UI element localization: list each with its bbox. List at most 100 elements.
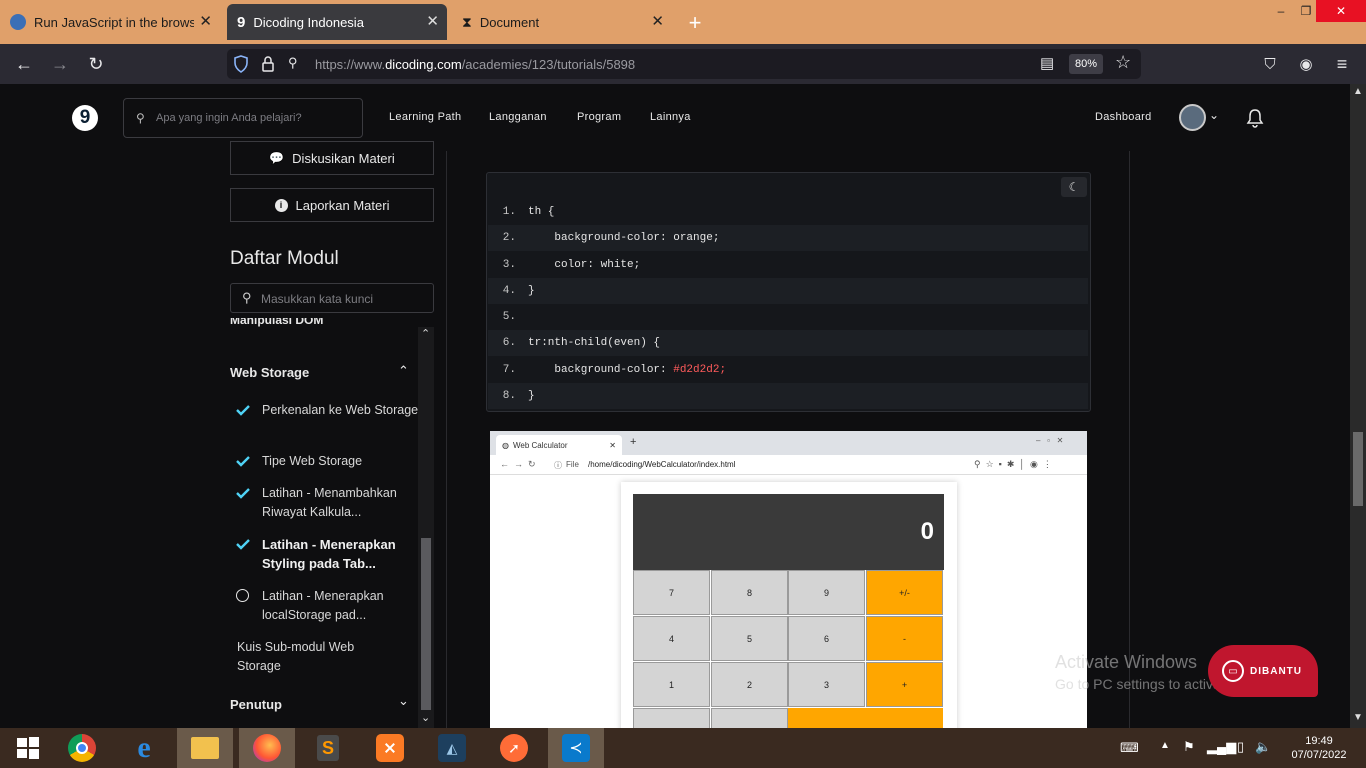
module-item[interactable]: Perkenalan ke Web Storage bbox=[262, 401, 422, 420]
taskbar-clock[interactable]: 19:49 07/07/2022 bbox=[1284, 734, 1354, 762]
nav-learning-path[interactable]: Learning Path bbox=[389, 111, 461, 123]
browser-tab[interactable]: Run JavaScript in the browser - ✕ bbox=[0, 4, 220, 40]
reader-view-icon[interactable]: ▤ bbox=[1040, 54, 1054, 72]
url-path: /academies/123/tutorials/5898 bbox=[461, 57, 636, 72]
calc-key: 7 bbox=[633, 570, 710, 615]
shield-icon[interactable] bbox=[233, 55, 249, 73]
line-number: 5. bbox=[502, 311, 516, 323]
network-error-icon[interactable]: ⚑ bbox=[1183, 739, 1195, 755]
forward-arrow-icon[interactable]: → bbox=[48, 53, 72, 75]
battery-icon[interactable]: ▯ bbox=[1237, 739, 1244, 755]
module-item-quiz[interactable]: Kuis Sub-modul Web Storage bbox=[237, 638, 387, 676]
calc-key-op: + bbox=[866, 662, 943, 707]
calc-key: 1 bbox=[633, 662, 710, 707]
account-icon[interactable]: ◉ bbox=[1294, 53, 1318, 75]
window-controls-icon: – ▫ ✕ bbox=[1036, 436, 1064, 445]
bell-icon[interactable] bbox=[1246, 108, 1264, 128]
code-line: 5. bbox=[488, 304, 1088, 330]
close-tab-icon[interactable]: ✕ bbox=[199, 12, 212, 30]
nav-lainnya[interactable]: Lainnya bbox=[650, 111, 691, 123]
zoom-level-badge[interactable]: 80% bbox=[1069, 54, 1103, 74]
scroll-up-icon[interactable]: ▲ bbox=[1353, 86, 1363, 97]
firefox-icon[interactable] bbox=[239, 728, 295, 768]
close-window-button[interactable]: ✕ bbox=[1316, 0, 1366, 22]
code-block: ☾ 1. th { 2. background-color: orange; 3.… bbox=[486, 172, 1091, 412]
new-tab-button[interactable]: + bbox=[683, 10, 707, 36]
calc-key: 5 bbox=[711, 616, 788, 661]
vscode-icon[interactable]: ≺ bbox=[548, 728, 604, 768]
page-scrollbar[interactable]: ▲ ▼ bbox=[1350, 84, 1366, 728]
check-icon bbox=[236, 537, 250, 551]
pocket-icon[interactable]: ⛉ bbox=[1258, 53, 1282, 75]
mysql-workbench-icon[interactable]: ◭ bbox=[424, 728, 480, 768]
chrome-icon[interactable] bbox=[54, 728, 110, 768]
section-prev[interactable]: Manipulasi DOM bbox=[230, 318, 323, 327]
site-search-input[interactable]: ⚲ Apa yang ingin Anda pelajari? bbox=[123, 98, 363, 138]
line-number: 2. bbox=[502, 232, 516, 244]
report-material-button[interactable]: i Laporkan Materi bbox=[230, 188, 434, 222]
chevron-down-icon[interactable]: ⌄ bbox=[1209, 108, 1219, 122]
keyboard-icon[interactable]: ⌨ bbox=[1120, 740, 1139, 756]
browser-tab[interactable]: ⧗ Document ✕ bbox=[452, 4, 672, 40]
xampp-icon[interactable]: ⨯ bbox=[362, 728, 418, 768]
close-tab-icon[interactable]: ✕ bbox=[426, 12, 439, 30]
code-text: tr:nth-child(even) { bbox=[528, 337, 661, 349]
chevron-down-icon[interactable]: ⌄ bbox=[398, 693, 409, 709]
code-text: th { bbox=[528, 206, 555, 218]
chat-bot-icon: ▭ bbox=[1222, 660, 1244, 682]
volume-icon[interactable]: 🔈 bbox=[1255, 739, 1271, 755]
discuss-label: Diskusikan Materi bbox=[292, 150, 395, 166]
discuss-material-button[interactable]: 💬 Diskusikan Materi bbox=[230, 141, 434, 175]
reload-icon[interactable]: ↻ bbox=[84, 53, 108, 75]
file-explorer-icon[interactable] bbox=[177, 728, 233, 768]
calculator-display: 0 bbox=[633, 494, 944, 570]
signal-icon[interactable]: ▂▄▆ bbox=[1207, 739, 1236, 755]
scroll-down-icon[interactable]: ▼ bbox=[1353, 712, 1363, 723]
close-tab-icon[interactable]: ✕ bbox=[651, 12, 664, 30]
nav-langganan[interactable]: Langganan bbox=[489, 111, 547, 123]
browser-tab-strip: Run JavaScript in the browser - ✕ 9 Dico… bbox=[0, 0, 1366, 44]
nav-dashboard[interactable]: Dashboard bbox=[1095, 111, 1152, 123]
browser-tab-active[interactable]: 9 Dicoding Indonesia ✕ bbox=[227, 4, 447, 40]
section-closing[interactable]: Penutup bbox=[230, 697, 282, 712]
scroll-up-icon[interactable]: ⌃ bbox=[421, 327, 430, 340]
screenshot-tab: ◍ Web Calculator ✕ bbox=[496, 435, 622, 455]
module-search-input[interactable]: ⚲ Masukkan kata kunci bbox=[230, 283, 434, 313]
help-chat-button[interactable]: ▭ DIBANTU bbox=[1208, 645, 1318, 697]
lock-icon[interactable] bbox=[261, 56, 275, 72]
back-arrow-icon[interactable]: ← bbox=[12, 53, 36, 75]
line-number: 8. bbox=[502, 390, 516, 402]
scroll-down-icon[interactable]: ⌄ bbox=[421, 711, 430, 724]
scrollbar-thumb[interactable] bbox=[421, 538, 431, 710]
section-web-storage[interactable]: Web Storage bbox=[230, 365, 309, 380]
dicoding-logo[interactable]: 9 bbox=[72, 105, 98, 131]
address-bar[interactable]: ⚲ https://www.dicoding.com/academies/123… bbox=[227, 49, 1141, 79]
activate-windows-title: Activate Windows bbox=[1055, 652, 1198, 672]
module-item[interactable]: Tipe Web Storage bbox=[262, 452, 422, 471]
scrollbar-thumb[interactable] bbox=[1353, 432, 1363, 506]
moon-icon[interactable]: ☾ bbox=[1061, 177, 1087, 197]
module-item[interactable]: Latihan - Menerapkan localStorage pad... bbox=[262, 587, 422, 625]
avatar[interactable] bbox=[1179, 104, 1206, 131]
bookmark-star-icon[interactable]: ☆ bbox=[1115, 52, 1131, 73]
postman-icon[interactable]: ➚ bbox=[486, 728, 542, 768]
browser-toolbar: ← → ↻ ⚲ https://www.dicoding.com/academi… bbox=[0, 44, 1366, 84]
module-item-current[interactable]: Latihan - Menerapkan Styling pada Tab... bbox=[262, 535, 422, 573]
menu-icon[interactable]: ≡ bbox=[1330, 53, 1354, 75]
sublime-icon[interactable]: S bbox=[300, 728, 356, 768]
calc-key: 2 bbox=[711, 662, 788, 707]
calc-key-op: +/- bbox=[866, 570, 943, 615]
windows-start-icon[interactable] bbox=[0, 728, 56, 768]
sidebar-scrollbar[interactable]: ⌃ ⌄ bbox=[418, 327, 434, 728]
nav-program[interactable]: Program bbox=[577, 111, 621, 123]
clock-date: 07/07/2022 bbox=[1291, 749, 1347, 761]
calc-key: 8 bbox=[711, 570, 788, 615]
module-item[interactable]: Latihan - Menambahkan Riwayat Kalkula... bbox=[262, 484, 422, 522]
chevron-up-icon[interactable]: ▲ bbox=[1160, 740, 1170, 751]
ie-icon[interactable]: e bbox=[116, 728, 172, 768]
line-number: 7. bbox=[502, 364, 516, 376]
chevron-up-icon[interactable]: ⌃ bbox=[398, 363, 409, 379]
nav-arrows-icon: ← → ↻ bbox=[500, 459, 536, 469]
url-text: https://www.dicoding.com/academies/123/t… bbox=[315, 57, 635, 72]
permissions-icon[interactable]: ⚲ bbox=[288, 55, 298, 71]
